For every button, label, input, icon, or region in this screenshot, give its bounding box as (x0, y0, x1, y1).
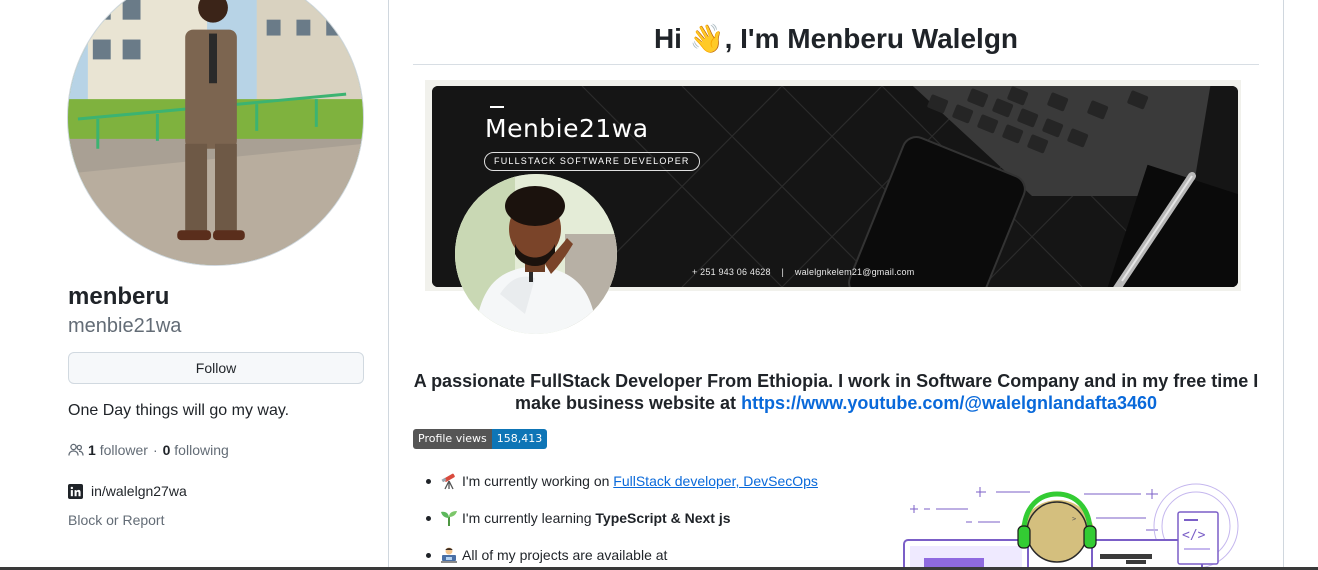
following-link[interactable]: 0 following (163, 442, 229, 458)
list-item: I'm currently learning TypeScript & Next… (426, 507, 860, 544)
badge-value: 158,413 (491, 429, 548, 449)
svg-text:>: > (1072, 515, 1076, 523)
intro-paragraph: A passionate FullStack Developer From Et… (413, 370, 1259, 414)
technologist-icon (441, 547, 457, 563)
follow-button[interactable]: Follow (68, 352, 364, 384)
developer-illustration: </> > (896, 478, 1246, 570)
followers-count: 1 (88, 442, 96, 458)
banner-phone: + 251 943 06 4628 (692, 267, 771, 277)
banner-brand: Menbie21wa (485, 114, 649, 143)
badge-label: Profile views (413, 429, 492, 449)
youtube-link[interactable]: https://www.youtube.com/@walelgnlandafta… (741, 393, 1157, 413)
learning-tech: TypeScript & Next js (595, 510, 731, 526)
banner-tagline: FULLSTACK SOFTWARE DEVELOPER (484, 152, 700, 171)
list-item: I'm currently working on FullStack devel… (426, 470, 860, 507)
following-count: 0 (162, 442, 171, 458)
social-link-linkedin[interactable]: in/walelgn27wa (68, 483, 187, 499)
readme-title-divider (413, 64, 1259, 65)
list-item-text: All of my projects are available at (462, 547, 668, 563)
list-item-text: I'm currently learning (462, 510, 592, 526)
followers-link[interactable]: 1 follower (88, 442, 148, 458)
profile-username: menbie21wa (68, 315, 182, 337)
linkedin-icon (68, 483, 83, 499)
sidebar-divider (388, 0, 389, 570)
fullstack-link[interactable]: FullStack developer, DevSecOps (613, 470, 818, 492)
people-icon (68, 443, 84, 456)
banner-email: walelgnkelem21@gmail.com (794, 267, 915, 277)
banner-portrait (455, 174, 617, 334)
linkedin-handle: in/walelgn27wa (91, 483, 187, 499)
content-right-border (1283, 0, 1284, 570)
stats-separator: · (152, 442, 158, 458)
profile-views-badge: Profile views 158,413 (413, 429, 548, 449)
list-item-text: I'm currently working on (462, 473, 610, 489)
seedling-icon (441, 511, 457, 526)
follow-stats: 1 follower · 0 following (68, 442, 229, 458)
banner-brand-accent (490, 106, 504, 108)
readme-list: I'm currently working on FullStack devel… (426, 470, 860, 570)
block-report-link[interactable]: Block or Report (68, 512, 164, 528)
following-label: following (174, 442, 229, 458)
profile-avatar[interactable] (67, 0, 364, 266)
profile-sidebar: menberu menbie21wa Follow One Day things… (0, 0, 388, 570)
telescope-icon (441, 473, 455, 490)
banner-separator: | (781, 267, 785, 277)
svg-text:</>: </> (1182, 528, 1206, 543)
profile-bio: One Day things will go my way. (68, 402, 290, 419)
readme-title: Hi 👋, I'm Menberu Walelgn (653, 23, 1019, 54)
followers-label: follower (99, 442, 148, 458)
banner-contact: + 251 943 06 4628 | walelgnkelem21@gmail… (692, 267, 914, 277)
profile-display-name: menberu (68, 283, 170, 310)
